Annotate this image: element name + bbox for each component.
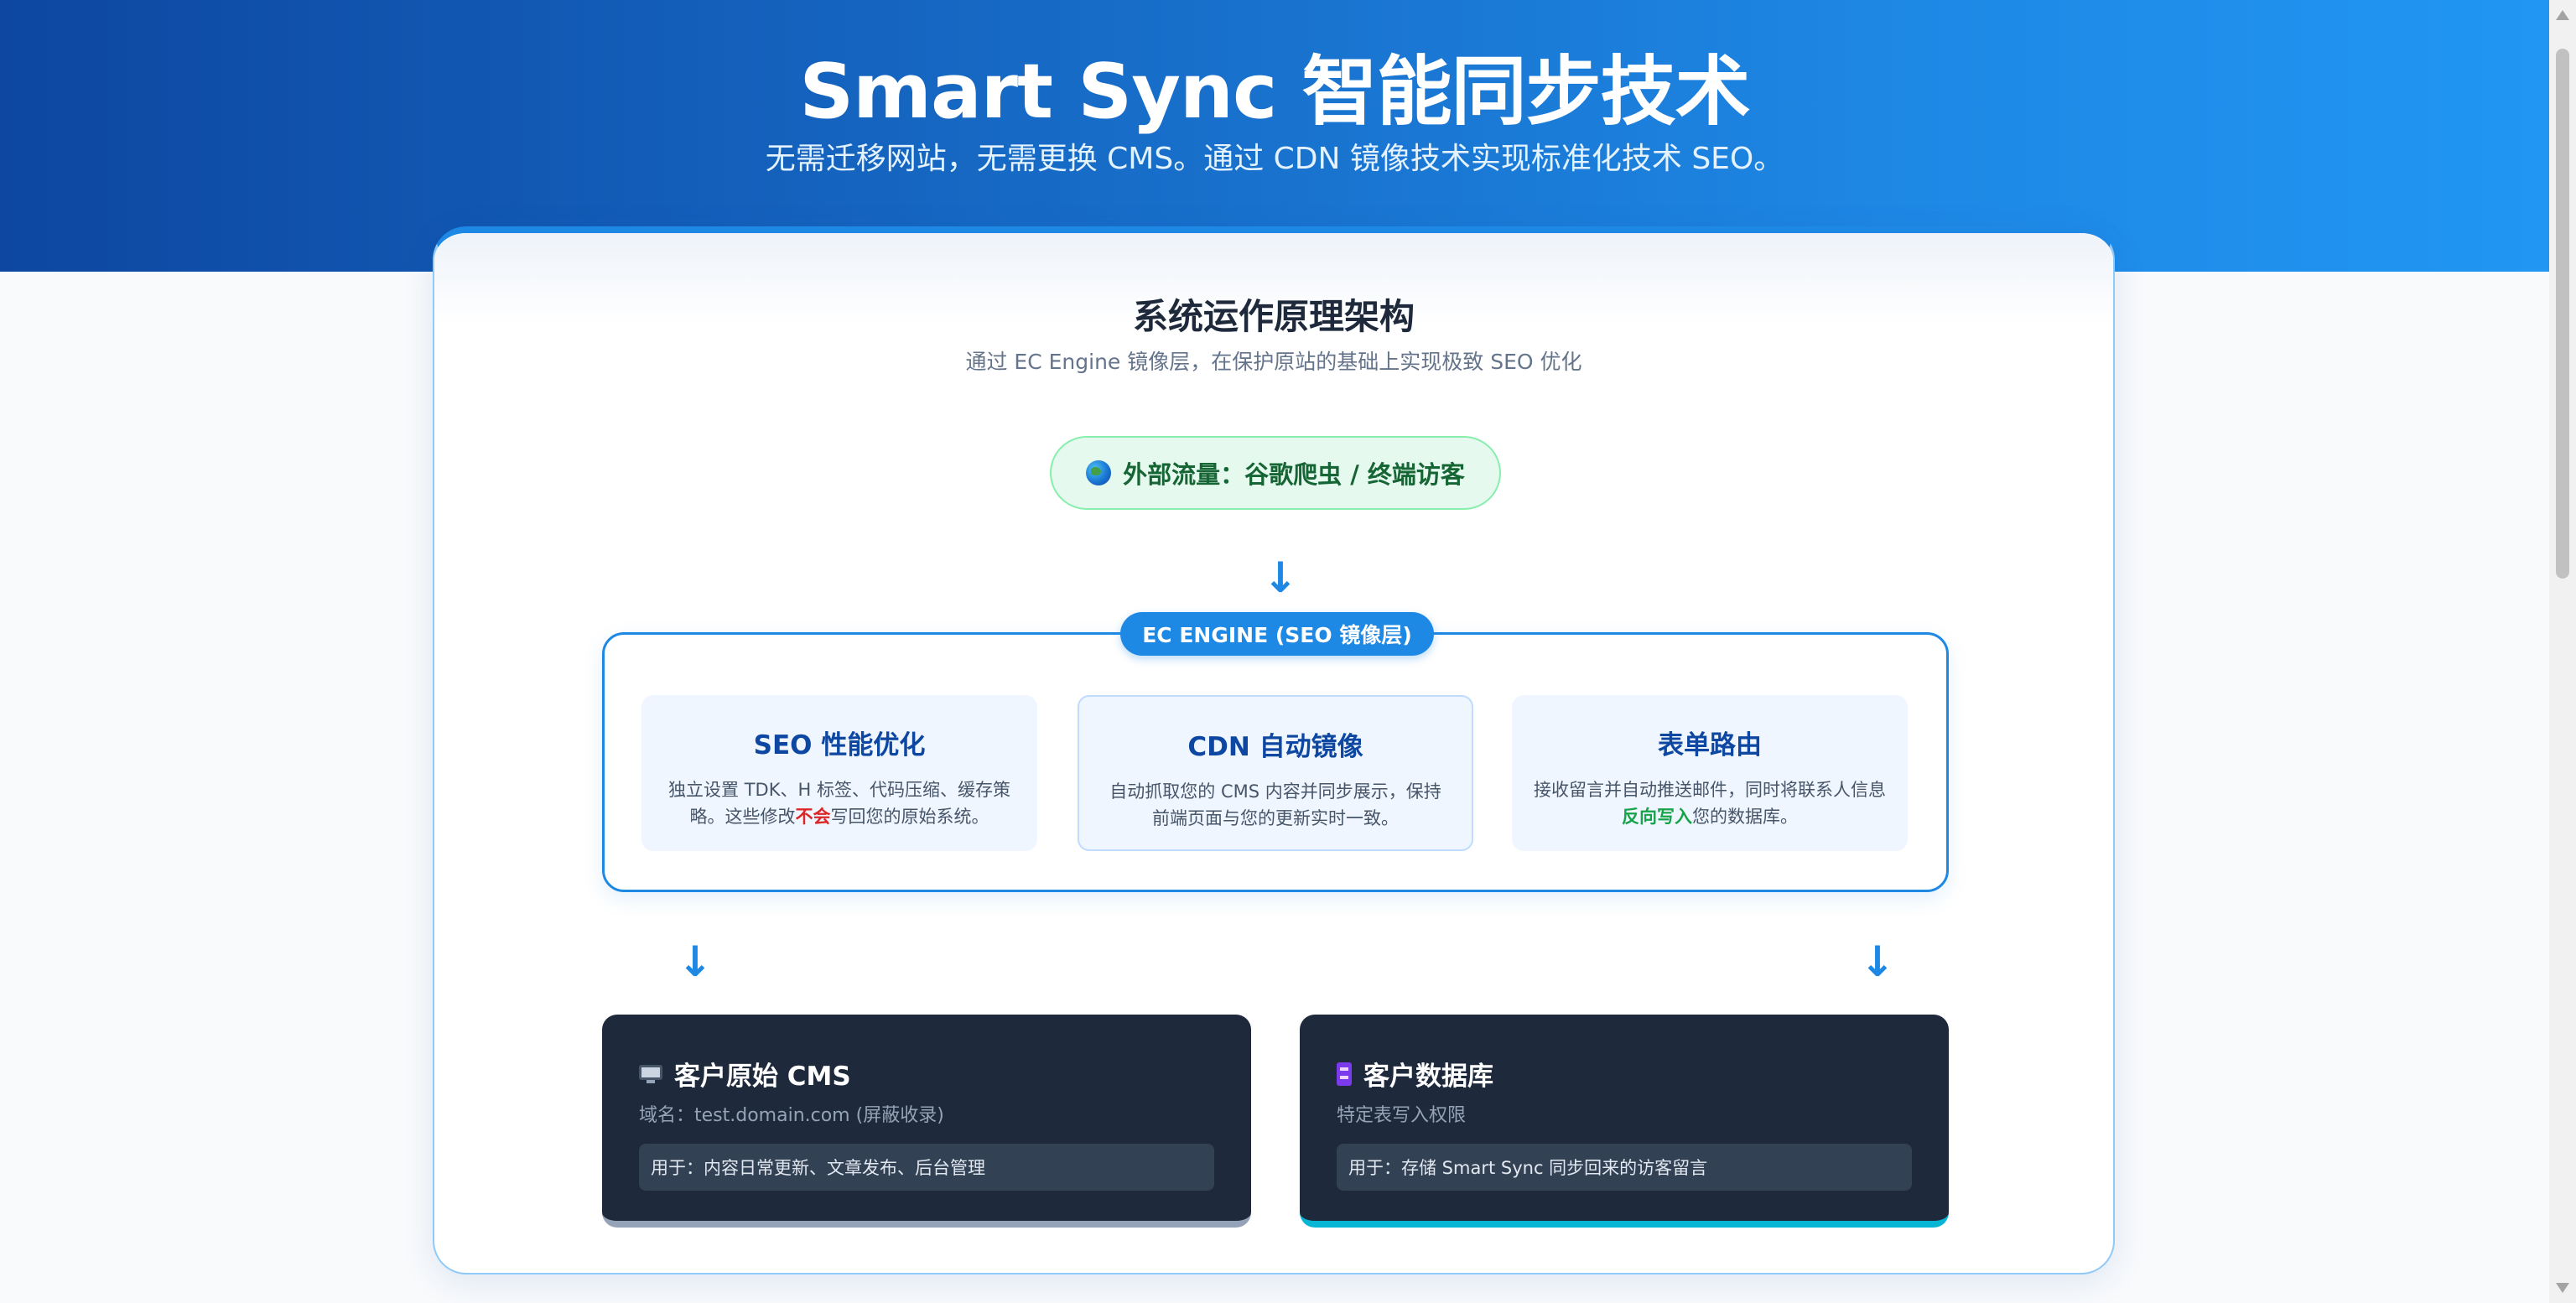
target-subtitle: 域名：test.domain.com (屏蔽收录)	[639, 1105, 944, 1126]
architecture-card: 系统运作原理架构 通过 EC Engine 镜像层，在保护原站的基础上实现极致 …	[433, 226, 2115, 1274]
section-subtitle: 通过 EC Engine 镜像层，在保护原站的基础上实现极致 SEO 优化	[965, 350, 1582, 374]
module-description: 接收留言并自动推送邮件，同时将联系人信息反向写入您的数据库。	[1534, 780, 1886, 827]
target-usage: 用于：存储 Smart Sync 同步回来的访客留言	[1337, 1144, 1912, 1191]
module-seo-optimization: SEO 性能优化 独立设置 TDK、H 标签、代码压缩、缓存策略。这些修改不会写…	[641, 695, 1037, 851]
target-title: 客户数据库	[1337, 1055, 1493, 1093]
target-database-card: 客户数据库 特定表写入权限 用于：存储 Smart Sync 同步回来的访客留言	[1300, 1015, 1949, 1228]
scroll-up-icon[interactable]	[2556, 10, 2569, 20]
page-title: Smart Sync 智能同步技术	[799, 48, 1750, 136]
database-icon	[1337, 1062, 1352, 1086]
target-cms-card: 客户原始 CMS 域名：test.domain.com (屏蔽收录) 用于：内容…	[602, 1015, 1251, 1228]
vertical-scrollbar[interactable]	[2549, 0, 2576, 1303]
highlight-write-back: 反向写入	[1622, 807, 1692, 827]
highlight-no-write: 不会	[795, 807, 831, 827]
module-title: CDN 自动镜像	[1187, 732, 1363, 762]
down-arrow-icon: ↓	[1860, 937, 1895, 986]
target-title: 客户原始 CMS	[639, 1055, 851, 1093]
module-form-routing: 表单路由 接收留言并自动推送邮件，同时将联系人信息反向写入您的数据库。	[1512, 695, 1908, 851]
globe-icon	[1086, 460, 1112, 485]
section-title: 系统运作原理架构	[1132, 296, 1415, 337]
target-subtitle: 特定表写入权限	[1337, 1105, 1467, 1126]
traffic-label: 外部流量：谷歌爬虫 / 终端访客	[1123, 460, 1465, 489]
page-subtitle: 无需迁移网站，无需更换 CMS。通过 CDN 镜像技术实现标准化技术 SEO。	[765, 142, 1784, 176]
module-description: 自动抓取您的 CMS 内容并同步展示，保持前端页面与您的更新实时一致。	[1109, 781, 1441, 828]
module-title: SEO 性能优化	[753, 730, 926, 761]
module-cdn-mirror: CDN 自动镜像 自动抓取您的 CMS 内容并同步展示，保持前端页面与您的更新实…	[1078, 695, 1473, 851]
ec-engine-layer: SEO 性能优化 独立设置 TDK、H 标签、代码压缩、缓存策略。这些修改不会写…	[602, 632, 1949, 892]
module-title: 表单路由	[1658, 730, 1762, 761]
module-description: 独立设置 TDK、H 标签、代码压缩、缓存策略。这些修改不会写回您的原始系统。	[668, 780, 1010, 827]
external-traffic-node: 外部流量：谷歌爬虫 / 终端访客	[1050, 436, 1501, 510]
target-usage: 用于：内容日常更新、文章发布、后台管理	[639, 1144, 1214, 1191]
scroll-down-icon[interactable]	[2556, 1283, 2569, 1293]
down-arrow-icon: ↓	[1263, 553, 1298, 602]
scrollbar-thumb[interactable]	[2556, 49, 2569, 579]
monitor-icon	[639, 1064, 662, 1083]
ec-engine-badge: EC ENGINE (SEO 镜像层)	[1120, 612, 1434, 656]
down-arrow-icon: ↓	[678, 937, 713, 986]
